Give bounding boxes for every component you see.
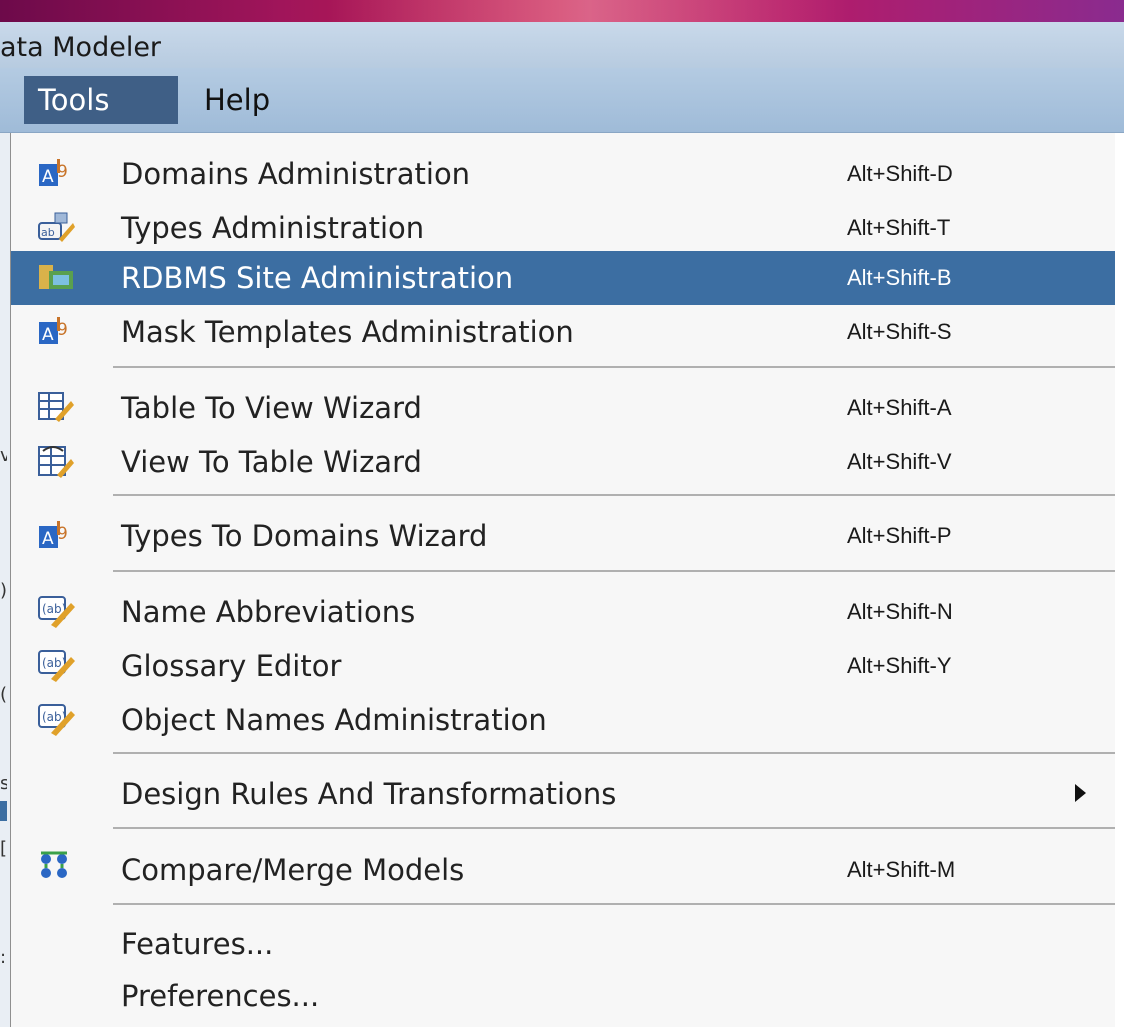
menu-item-label: Types To Domains Wizard bbox=[121, 519, 488, 553]
menu-separator bbox=[113, 827, 1115, 829]
menu-item-label: Table To View Wizard bbox=[121, 391, 422, 425]
menu-item-domains-administration[interactable]: A 9 Domains Administration Alt+Shift-D bbox=[11, 147, 1115, 201]
rdbms-site-icon bbox=[39, 265, 73, 289]
menu-item-view-to-table-wizard[interactable]: View To Table Wizard Alt+Shift-V bbox=[11, 435, 1115, 489]
menu-item-design-rules-and-transformations[interactable]: Design Rules And Transformations bbox=[11, 767, 1115, 821]
menu-item-label: Object Names Administration bbox=[121, 703, 547, 737]
background-selection bbox=[0, 801, 7, 821]
window-title-bar: ata Modeler bbox=[0, 22, 1124, 68]
menu-item-label: Compare/Merge Models bbox=[121, 853, 465, 887]
menu-item-mask-templates-administration[interactable]: A 9 Mask Templates Administration Alt+Sh… bbox=[11, 305, 1115, 359]
background-glyph: ) bbox=[0, 581, 7, 601]
svg-text:ab: ab bbox=[41, 226, 55, 239]
menu-item-rdbms-site-administration[interactable]: RDBMS Site Administration Alt+Shift-B bbox=[11, 251, 1115, 305]
menu-item-table-to-view-wizard[interactable]: Table To View Wizard Alt+Shift-A bbox=[11, 381, 1115, 435]
types-icon: ab bbox=[38, 212, 75, 242]
abbreviation-icon: (ab) bbox=[38, 596, 75, 628]
menu-item-glossary-editor[interactable]: (ab) Glossary Editor Alt+Shift-Y bbox=[11, 639, 1115, 693]
submenu-arrow-icon bbox=[1075, 784, 1086, 802]
menu-item-shortcut: Alt+Shift-V bbox=[847, 449, 952, 474]
menu-item-label: Mask Templates Administration bbox=[121, 315, 574, 349]
background-glyph: v bbox=[0, 446, 7, 466]
table-to-view-icon bbox=[38, 392, 74, 422]
menu-item-label: RDBMS Site Administration bbox=[121, 261, 514, 295]
abbreviation-icon: (ab) bbox=[38, 704, 75, 736]
menu-bar: Tools Help bbox=[0, 68, 1124, 133]
menu-item-shortcut: Alt+Shift-N bbox=[847, 599, 953, 624]
menu-item-types-to-domains-wizard[interactable]: A 9 Types To Domains Wizard Alt+Shift-P bbox=[11, 509, 1115, 563]
menu-item-preferences[interactable]: Preferences... bbox=[11, 969, 1115, 1023]
menu-item-object-names-administration[interactable]: (ab) Object Names Administration bbox=[11, 693, 1115, 747]
menu-separator bbox=[113, 752, 1115, 754]
menu-item-label: Preferences... bbox=[121, 979, 320, 1013]
window-title: ata Modeler bbox=[0, 32, 162, 63]
menu-item-shortcut: Alt+Shift-S bbox=[847, 319, 952, 344]
menu-separator bbox=[113, 366, 1115, 368]
menu-item-shortcut: Alt+Shift-M bbox=[847, 857, 956, 882]
menu-item-label: Features... bbox=[121, 927, 274, 961]
menu-item-shortcut: Alt+Shift-A bbox=[847, 395, 952, 420]
menu-separator bbox=[113, 903, 1115, 905]
compare-merge-icon bbox=[41, 851, 67, 878]
menu-item-shortcut: Alt+Shift-P bbox=[847, 523, 952, 548]
menu-separator bbox=[113, 494, 1115, 496]
menu-item-name-abbreviations[interactable]: (ab) Name Abbreviations Alt+Shift-N bbox=[11, 585, 1115, 639]
menu-item-compare-merge-models[interactable]: Compare/Merge Models Alt+Shift-M bbox=[11, 843, 1115, 897]
view-to-table-icon bbox=[38, 446, 74, 478]
svg-text:A: A bbox=[42, 325, 54, 345]
slide-header-highlight bbox=[330, 0, 850, 22]
menu-item-label: Types Administration bbox=[121, 211, 425, 245]
tools-dropdown-menu: A 9 Domains Administration Alt+Shift-D a… bbox=[10, 133, 1115, 1027]
menu-item-shortcut: Alt+Shift-T bbox=[847, 215, 951, 240]
menu-item-types-administration[interactable]: ab Types Administration Alt+Shift-T bbox=[11, 201, 1115, 255]
abbreviation-icon: (ab) bbox=[38, 650, 75, 682]
svg-text:A: A bbox=[42, 529, 54, 549]
menu-tools[interactable]: Tools bbox=[24, 76, 178, 124]
background-window-edge: v ) ( s [ : bbox=[0, 133, 10, 1027]
menu-item-shortcut: Alt+Shift-B bbox=[847, 265, 952, 290]
background-glyph: s bbox=[0, 774, 7, 794]
menu-item-shortcut: Alt+Shift-Y bbox=[847, 653, 952, 678]
background-glyph: : bbox=[0, 948, 7, 968]
menu-item-label: Name Abbreviations bbox=[121, 595, 416, 629]
background-glyph: ( bbox=[0, 685, 7, 705]
menu-help[interactable]: Help bbox=[190, 76, 310, 124]
menu-item-label: Glossary Editor bbox=[121, 649, 342, 683]
menu-item-label: Design Rules And Transformations bbox=[121, 777, 617, 811]
background-glyph: [ bbox=[0, 839, 7, 859]
menu-item-label: View To Table Wizard bbox=[121, 445, 422, 479]
menu-item-features[interactable]: Features... bbox=[11, 917, 1115, 971]
domains-icon: A 9 bbox=[39, 521, 68, 549]
domains-icon: A 9 bbox=[39, 317, 68, 345]
domains-icon: A 9 bbox=[39, 159, 68, 187]
svg-text:A: A bbox=[42, 167, 54, 187]
menu-item-shortcut: Alt+Shift-D bbox=[847, 161, 953, 186]
menu-item-label: Domains Administration bbox=[121, 157, 471, 191]
menu-separator bbox=[113, 570, 1115, 572]
